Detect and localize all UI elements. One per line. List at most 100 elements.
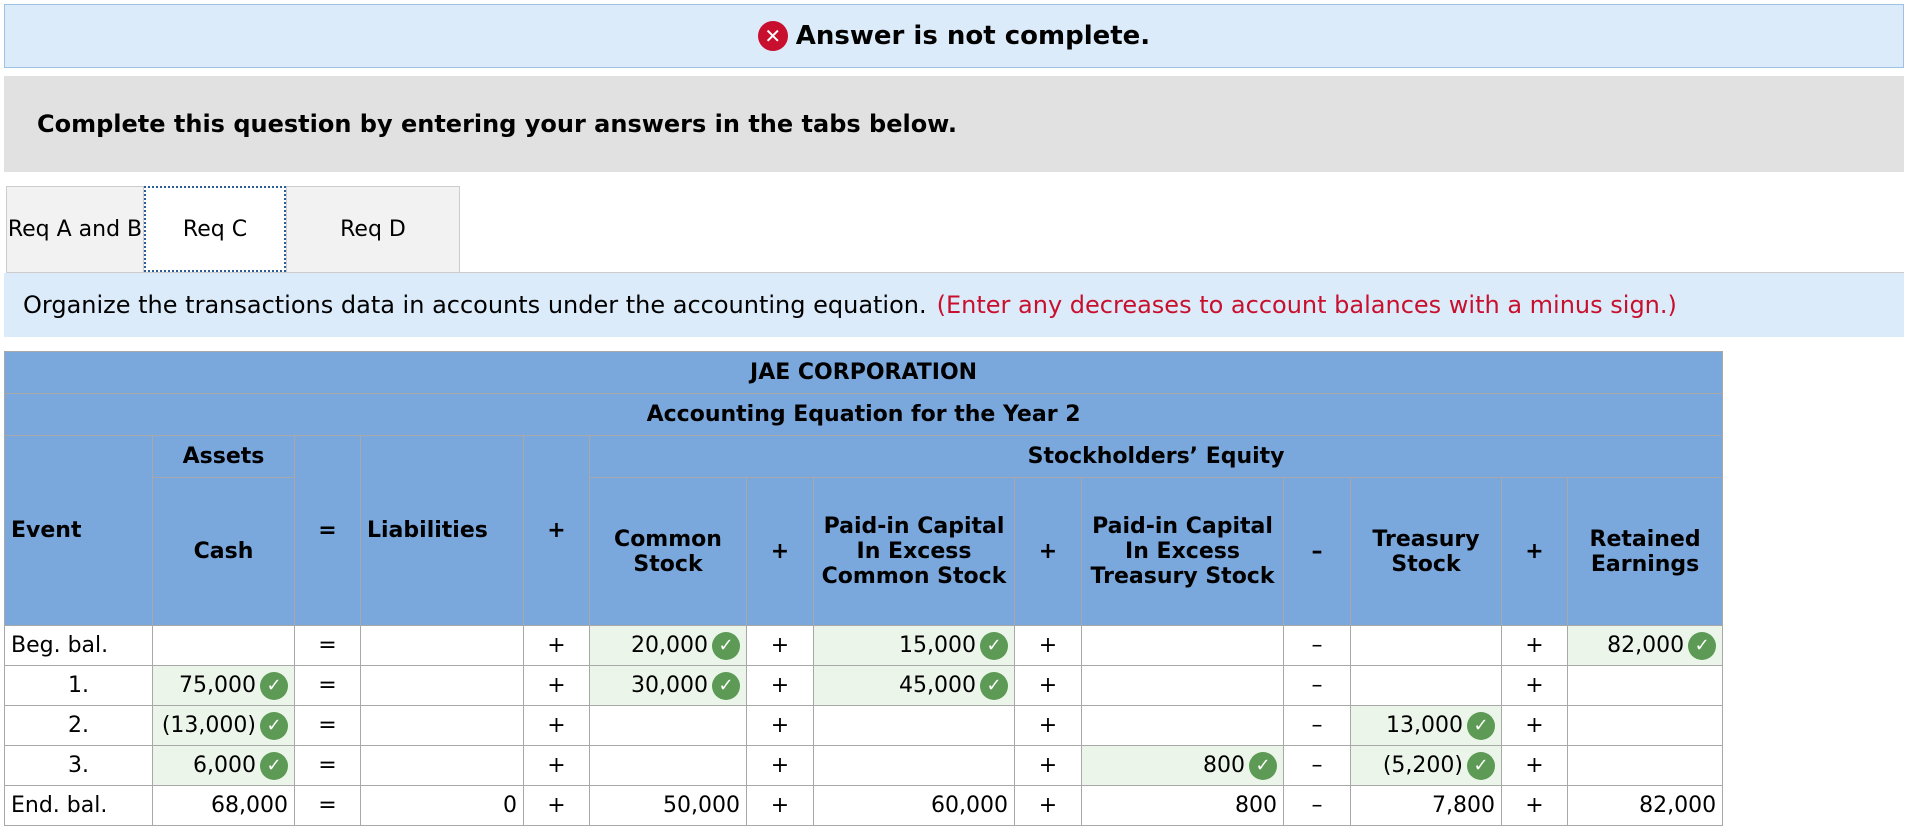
- cell-value: 75,000: [179, 672, 256, 698]
- tab-req-a-and-b[interactable]: Req A and B: [6, 186, 144, 272]
- instructions-main: Organize the transactions data in accoun…: [23, 291, 927, 319]
- header-op-plus: +: [1014, 477, 1082, 626]
- cell-common-stock[interactable]: [589, 705, 747, 746]
- cell-retained[interactable]: 82,000 ✓: [1566, 625, 1724, 666]
- operator-plus: +: [1501, 665, 1568, 706]
- check-circle-icon: ✓: [1467, 711, 1495, 740]
- cell-treasury[interactable]: (5,200) ✓: [1350, 745, 1502, 786]
- cell-liabilities: 0: [360, 785, 524, 826]
- operator-plus: +: [1501, 745, 1568, 786]
- operator-plus: +: [1501, 785, 1568, 826]
- header-op-plus: +: [746, 477, 814, 626]
- cell-pic-common[interactable]: [813, 705, 1015, 746]
- operator-plus: +: [523, 745, 590, 786]
- check-circle-icon: ✓: [260, 671, 288, 700]
- cell-common-stock: 50,000: [589, 785, 747, 826]
- event-label: 3.: [4, 745, 153, 786]
- table-row: 3. 6,000 ✓ = + + +800 ✓ – (5,200) ✓ +: [4, 745, 1724, 786]
- cell-pic-common[interactable]: 15,000 ✓: [813, 625, 1015, 666]
- operator-minus: –: [1283, 705, 1351, 746]
- cell-value: 7,800: [1432, 793, 1495, 818]
- cell-value: 82,000: [1639, 793, 1717, 818]
- cell-treasury[interactable]: [1350, 665, 1502, 706]
- cell-retained[interactable]: [1566, 705, 1724, 746]
- operator-eq: =: [294, 625, 361, 666]
- tab-req-c[interactable]: Req C: [144, 186, 286, 272]
- operator-plus: +: [1501, 705, 1568, 746]
- cell-liabilities[interactable]: [360, 625, 524, 666]
- cell-pic-treasury[interactable]: [1081, 665, 1284, 706]
- operator-eq: =: [294, 705, 361, 746]
- cell-cash[interactable]: 6,000 ✓: [152, 745, 295, 786]
- cell-retained: 82,000: [1566, 785, 1724, 826]
- cell-retained[interactable]: [1566, 745, 1724, 786]
- cell-value: 68,000: [211, 793, 288, 818]
- col-common-stock: Common Stock: [589, 477, 747, 626]
- tab-label: Req D: [340, 217, 406, 242]
- cell-value: 800: [1203, 752, 1245, 778]
- x-circle-icon: ✕: [757, 21, 788, 51]
- cell-common-stock[interactable]: 30,000 ✓: [589, 665, 747, 706]
- table-row: End. bal. 68,000 = 0 +50,000 +60,000 +800–7,80…: [4, 785, 1724, 826]
- cell-pic-treasury[interactable]: [1081, 625, 1284, 666]
- operator-eq: =: [294, 665, 361, 706]
- operator-plus: +: [1501, 625, 1568, 666]
- operator-eq: =: [294, 785, 361, 826]
- tab-label: Req C: [182, 216, 248, 242]
- operator-minus: –: [1283, 625, 1351, 666]
- assets-group-header: Assets: [152, 435, 295, 478]
- operator-plus: +: [523, 785, 590, 826]
- col-pic-common: Paid-in Capital In Excess Common Stock: [813, 477, 1015, 626]
- operator-plus: +: [1014, 705, 1082, 746]
- cell-value: 15,000: [899, 632, 976, 658]
- cell-cash[interactable]: 75,000 ✓: [152, 665, 295, 706]
- check-circle-icon: ✓: [260, 711, 288, 740]
- cell-common-stock[interactable]: 20,000 ✓: [589, 625, 747, 666]
- check-circle-icon: ✓: [1688, 631, 1717, 660]
- table-row: Beg. bal. = +20,000 ✓ +15,000 ✓ + – +82,000 ✓: [4, 625, 1724, 666]
- check-circle-icon: ✓: [712, 671, 740, 700]
- col-pic-treasury: Paid-in Capital In Excess Treasury Stock: [1081, 477, 1284, 626]
- cell-value: 50,000: [663, 793, 740, 818]
- event-label: 1.: [4, 665, 153, 706]
- cell-cash[interactable]: (13,000) ✓: [152, 705, 295, 746]
- cell-treasury: 7,800: [1350, 785, 1502, 826]
- cell-pic-treasury[interactable]: 800 ✓: [1081, 745, 1284, 786]
- operator-plus: +: [1014, 665, 1082, 706]
- check-circle-icon: ✓: [712, 631, 740, 660]
- cell-liabilities[interactable]: [360, 705, 524, 746]
- accounting-equation-table: JAE CORPORATION Accounting Equation for …: [3, 351, 1724, 826]
- operator-plus: +: [1014, 785, 1082, 826]
- operator-plus: +: [1014, 625, 1082, 666]
- table-row: 2. (13,000) ✓ = + + + –13,000 ✓ +: [4, 705, 1724, 746]
- operator-plus: +: [746, 705, 814, 746]
- cell-treasury[interactable]: [1350, 625, 1502, 666]
- cell-value: 800: [1235, 793, 1277, 818]
- cell-liabilities[interactable]: [360, 745, 524, 786]
- cell-pic-treasury[interactable]: [1081, 705, 1284, 746]
- operator-plus: +: [523, 705, 590, 746]
- operator-minus: –: [1283, 665, 1351, 706]
- cell-value: 13,000: [1386, 712, 1463, 738]
- cell-cash[interactable]: [152, 625, 295, 666]
- cell-value: 30,000: [631, 672, 708, 698]
- table-subtitle: Accounting Equation for the Year 2: [3, 393, 1724, 436]
- col-liabilities: Liabilities: [360, 435, 524, 626]
- cell-liabilities[interactable]: [360, 665, 524, 706]
- event-label: End. bal.: [4, 785, 153, 826]
- operator-eq: =: [294, 745, 361, 786]
- cell-value: 45,000: [899, 672, 976, 698]
- check-circle-icon: ✓: [1249, 751, 1277, 780]
- cell-value: 0: [503, 793, 517, 818]
- cell-pic-common: 60,000: [813, 785, 1015, 826]
- col-cash: Cash: [152, 477, 295, 626]
- cell-common-stock[interactable]: [589, 745, 747, 786]
- check-circle-icon: ✓: [260, 751, 288, 780]
- tab-req-d[interactable]: Req D: [286, 186, 460, 272]
- cell-retained[interactable]: [1566, 665, 1724, 706]
- cell-pic-common[interactable]: 45,000 ✓: [813, 665, 1015, 706]
- operator-plus: +: [746, 625, 814, 666]
- cell-pic-common[interactable]: [813, 745, 1015, 786]
- cell-treasury[interactable]: 13,000 ✓: [1350, 705, 1502, 746]
- header-op-eq: =: [294, 435, 361, 626]
